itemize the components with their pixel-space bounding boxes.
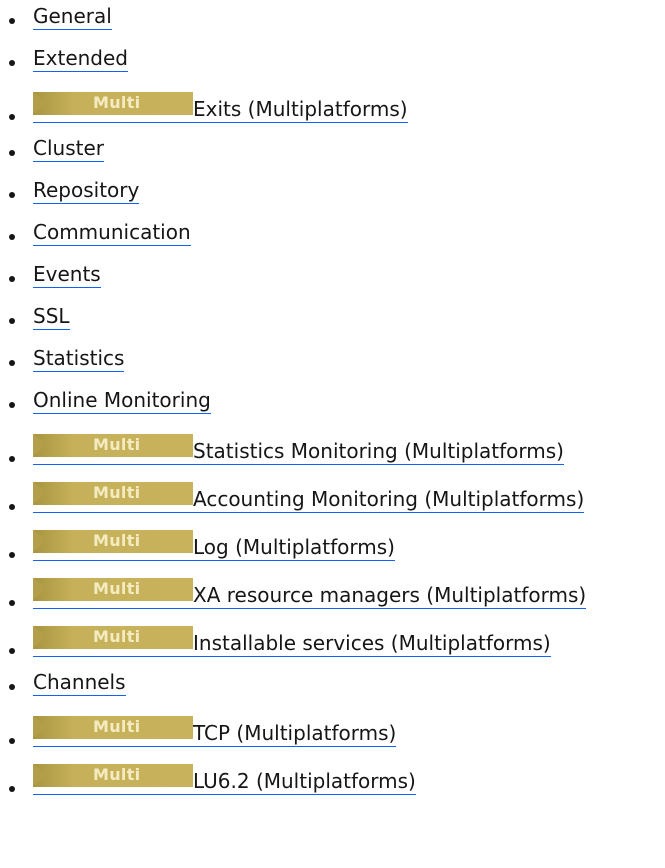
link-exits[interactable]: Multi Exits (Multiplatforms) xyxy=(33,92,408,123)
bullet-icon xyxy=(9,402,15,408)
link-label: Installable services (Multiplatforms) xyxy=(193,631,551,655)
bullet-icon xyxy=(9,786,15,792)
link-repository[interactable]: Repository xyxy=(33,178,140,204)
bullet-icon xyxy=(9,318,15,324)
list-item: Multi Accounting Monitoring (Multiplatfor… xyxy=(0,474,665,522)
link-communication[interactable]: Communication xyxy=(33,220,191,246)
badge-label: Multi xyxy=(93,717,141,736)
link-label: LU6.2 (Multiplatforms) xyxy=(193,769,416,793)
list-item: Repository xyxy=(0,174,665,216)
link-xa-resource-managers[interactable]: Multi XA resource managers (Multiplatform… xyxy=(33,578,587,609)
link-general[interactable]: General xyxy=(33,4,112,30)
property-link-list: General Extended Multi Exits (Multiplatfo… xyxy=(0,0,665,804)
list-item: Communication xyxy=(0,216,665,258)
link-statistics-monitoring[interactable]: Multi Statistics Monitoring (Multiplatfor… xyxy=(33,434,564,465)
multiplatforms-badge: Multi xyxy=(33,482,193,505)
list-item: Multi Exits (Multiplatforms) xyxy=(0,84,665,132)
bullet-icon xyxy=(9,456,15,462)
list-item: Multi XA resource managers (Multiplatform… xyxy=(0,570,665,618)
badge-label: Multi xyxy=(93,531,141,550)
link-installable-services[interactable]: Multi Installable services (Multiplatform… xyxy=(33,626,551,657)
link-accounting-monitoring[interactable]: Multi Accounting Monitoring (Multiplatfor… xyxy=(33,482,585,513)
bullet-icon xyxy=(9,684,15,690)
badge-arrow-icon xyxy=(33,92,47,114)
link-online-monitoring[interactable]: Online Monitoring xyxy=(33,388,211,414)
bullet-icon xyxy=(9,504,15,510)
bullet-icon xyxy=(9,114,15,120)
bullet-icon xyxy=(9,600,15,606)
link-lu62[interactable]: Multi LU6.2 (Multiplatforms) xyxy=(33,764,416,795)
list-item: General xyxy=(0,0,665,42)
bullet-icon xyxy=(9,234,15,240)
badge-label: Multi xyxy=(93,579,141,598)
list-item: Cluster xyxy=(0,132,665,174)
badge-label: Multi xyxy=(93,627,141,646)
multiplatforms-badge: Multi xyxy=(33,92,193,115)
bullet-icon xyxy=(9,648,15,654)
multiplatforms-badge: Multi xyxy=(33,530,193,553)
list-item: Multi Log (Multiplatforms) xyxy=(0,522,665,570)
link-channels[interactable]: Channels xyxy=(33,670,126,696)
badge-arrow-icon xyxy=(33,482,47,504)
multiplatforms-badge: Multi xyxy=(33,716,193,739)
badge-label: Multi xyxy=(93,435,141,454)
list-item: Multi Statistics Monitoring (Multiplatfor… xyxy=(0,426,665,474)
badge-arrow-icon xyxy=(33,626,47,648)
list-item: SSL xyxy=(0,300,665,342)
bullet-icon xyxy=(9,18,15,24)
link-events[interactable]: Events xyxy=(33,262,101,288)
list-item: Multi TCP (Multiplatforms) xyxy=(0,708,665,756)
link-tcp[interactable]: Multi TCP (Multiplatforms) xyxy=(33,716,397,747)
list-item: Statistics xyxy=(0,342,665,384)
link-log[interactable]: Multi Log (Multiplatforms) xyxy=(33,530,395,561)
bullet-icon xyxy=(9,360,15,366)
multiplatforms-badge: Multi xyxy=(33,578,193,601)
list-item: Channels xyxy=(0,666,665,708)
badge-label: Multi xyxy=(93,765,141,784)
badge-arrow-icon xyxy=(33,716,47,738)
badge-arrow-icon xyxy=(33,578,47,600)
link-label: Log (Multiplatforms) xyxy=(193,535,395,559)
bullet-icon xyxy=(9,276,15,282)
bullet-icon xyxy=(9,552,15,558)
link-ssl[interactable]: SSL xyxy=(33,304,70,330)
badge-arrow-icon xyxy=(33,530,47,552)
list-item: Events xyxy=(0,258,665,300)
link-extended[interactable]: Extended xyxy=(33,46,128,72)
bullet-icon xyxy=(9,192,15,198)
multiplatforms-badge: Multi xyxy=(33,434,193,457)
link-label: TCP (Multiplatforms) xyxy=(193,721,397,745)
link-label: XA resource managers (Multiplatforms) xyxy=(193,583,587,607)
link-label: Exits (Multiplatforms) xyxy=(193,97,408,121)
multiplatforms-badge: Multi xyxy=(33,626,193,649)
badge-label: Multi xyxy=(93,483,141,502)
link-label: Accounting Monitoring (Multiplatforms) xyxy=(193,487,585,511)
bullet-icon xyxy=(9,150,15,156)
multiplatforms-badge: Multi xyxy=(33,764,193,787)
list-item: Multi LU6.2 (Multiplatforms) xyxy=(0,756,665,804)
badge-label: Multi xyxy=(93,93,141,112)
link-label: Statistics Monitoring (Multiplatforms) xyxy=(193,439,564,463)
bullet-icon xyxy=(9,60,15,66)
bullet-icon xyxy=(9,738,15,744)
badge-arrow-icon xyxy=(33,434,47,456)
badge-arrow-icon xyxy=(33,764,47,786)
link-cluster[interactable]: Cluster xyxy=(33,136,104,162)
link-statistics[interactable]: Statistics xyxy=(33,346,125,372)
list-item: Multi Installable services (Multiplatform… xyxy=(0,618,665,666)
list-item: Extended xyxy=(0,42,665,84)
list-item: Online Monitoring xyxy=(0,384,665,426)
